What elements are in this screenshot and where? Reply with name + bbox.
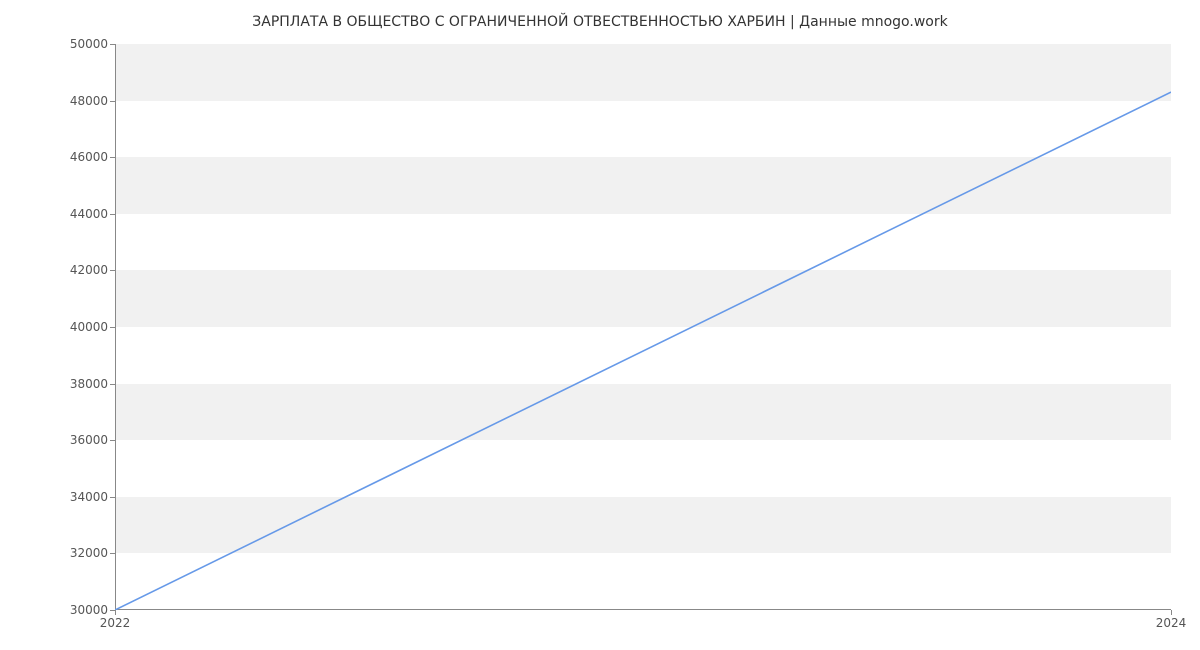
y-tick-mark [110, 157, 115, 158]
x-tick-label: 2022 [100, 616, 131, 630]
y-tick-mark [110, 327, 115, 328]
y-tick-label: 40000 [48, 320, 108, 334]
y-tick-label: 42000 [48, 263, 108, 277]
y-tick-mark [110, 497, 115, 498]
y-tick-label: 30000 [48, 603, 108, 617]
y-tick-label: 32000 [48, 546, 108, 560]
y-tick-label: 36000 [48, 433, 108, 447]
y-tick-label: 46000 [48, 150, 108, 164]
plot-area [115, 44, 1171, 610]
y-tick-mark [110, 214, 115, 215]
grid-band [115, 44, 1171, 101]
x-axis-line [115, 609, 1171, 610]
y-tick-mark [110, 553, 115, 554]
grid-band [115, 497, 1171, 554]
y-tick-mark [110, 101, 115, 102]
y-tick-mark [110, 44, 115, 45]
grid-band [115, 157, 1171, 214]
y-tick-label: 44000 [48, 207, 108, 221]
grid-band [115, 384, 1171, 441]
y-tick-label: 38000 [48, 377, 108, 391]
y-axis-line [115, 44, 116, 610]
x-tick-label: 2024 [1156, 616, 1187, 630]
y-tick-mark [110, 384, 115, 385]
chart-container: ЗАРПЛАТА В ОБЩЕСТВО С ОГРАНИЧЕННОЙ ОТВЕС… [0, 0, 1200, 650]
y-tick-mark [110, 440, 115, 441]
x-tick-mark [115, 610, 116, 615]
y-tick-label: 34000 [48, 490, 108, 504]
y-tick-label: 48000 [48, 94, 108, 108]
x-tick-mark [1171, 610, 1172, 615]
chart-title: ЗАРПЛАТА В ОБЩЕСТВО С ОГРАНИЧЕННОЙ ОТВЕС… [0, 14, 1200, 30]
y-tick-mark [110, 270, 115, 271]
y-tick-label: 50000 [48, 37, 108, 51]
grid-band [115, 270, 1171, 327]
